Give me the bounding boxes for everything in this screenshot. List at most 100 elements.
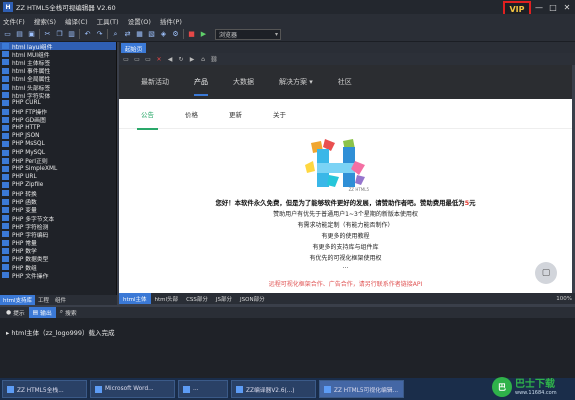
paste-icon[interactable]: ▥ xyxy=(67,30,76,39)
watermark-title: 巴士下载 xyxy=(515,378,555,390)
site-nav: 最新活动 产品 大数据 解决方案 ▾ 社区 xyxy=(119,65,572,99)
web-preview[interactable]: 最新活动 产品 大数据 解决方案 ▾ 社区 公告 价格 更新 关于 ZZ HTM… xyxy=(119,65,572,293)
refresh-icon[interactable]: ↻ xyxy=(177,55,185,63)
home-icon[interactable]: ⌂ xyxy=(199,55,207,63)
page-icon[interactable]: ▭ xyxy=(122,55,130,63)
tab-hints-label: 提示 xyxy=(13,311,25,317)
output-panel[interactable]: ▸ html主体（zz_logo999）载入完成 xyxy=(0,318,575,378)
app-icon xyxy=(7,385,14,393)
taskbar-item-label: ZZ编译器V2.6(...) xyxy=(246,387,295,394)
find-icon[interactable]: ⌕ xyxy=(111,30,120,39)
subnav-about[interactable]: 关于 xyxy=(273,109,286,119)
page-icon[interactable]: ▭ xyxy=(133,55,141,63)
menu-tools[interactable]: 工具(T) xyxy=(97,16,119,26)
new-file-icon[interactable]: ▭ xyxy=(3,30,12,39)
chat-bubble-icon[interactable]: ▢ xyxy=(535,262,557,284)
subnav-update[interactable]: 更新 xyxy=(229,109,242,119)
maximize-button[interactable]: □ xyxy=(547,2,559,12)
library-tree[interactable]: html layui组件 html MUI组件 html 主体标签 html 事件属性… xyxy=(0,42,117,295)
minimize-button[interactable]: — xyxy=(533,2,545,12)
menu-plugins[interactable]: 插件(P) xyxy=(160,16,182,26)
library-icon xyxy=(2,174,9,181)
back-icon[interactable]: ◀ xyxy=(166,55,174,63)
taskbar-item[interactable]: ... xyxy=(178,380,228,398)
tree-item[interactable]: PHP SimpleXML xyxy=(0,165,116,173)
tab-components[interactable]: 组件 xyxy=(52,295,69,305)
tree-item[interactable]: PHP URL xyxy=(0,173,116,181)
menu-search[interactable]: 搜索(S) xyxy=(34,16,56,26)
tab-html-library[interactable]: html支持库 xyxy=(0,295,36,305)
taskbar-item[interactable]: Microsoft Word... xyxy=(90,380,175,398)
taskbar-item[interactable]: ZZ HTML5全栈... xyxy=(2,380,87,398)
cut-icon[interactable]: ✂ xyxy=(43,30,52,39)
taskbar-item-label: ... xyxy=(193,386,199,392)
tree-item[interactable]: PHP Perl正则 xyxy=(0,157,116,165)
taskbar: ZZ HTML5全栈... Microsoft Word... ... ZZ编译… xyxy=(0,378,575,400)
link-icon[interactable]: ⛓ xyxy=(210,55,218,63)
sponsor-notice-text: 您好！本软件永久免费，但是为了能够软件更好的发展，请赞助作者吧。赞助费用最低为 xyxy=(215,199,465,207)
tree-item-label: PHP JSON xyxy=(12,133,40,140)
tab-start-page[interactable]: 起始页 xyxy=(121,43,147,53)
nav-big-data[interactable]: 大数据 xyxy=(233,77,254,87)
taskbar-item[interactable]: ZZ HTML5可视化编辑... xyxy=(319,380,404,398)
output-log-line: ▸ html主体（zz_logo999）载入完成 xyxy=(6,329,115,337)
menu-settings[interactable]: 设置(O) xyxy=(128,16,151,26)
tree-item[interactable]: html 字符实体 xyxy=(0,91,116,100)
tab-output[interactable]: ▤ 输出 xyxy=(28,307,56,318)
replace-icon[interactable]: ⇄ xyxy=(123,30,132,39)
open-file-icon[interactable]: ▤ xyxy=(15,30,24,39)
tab-json[interactable]: JSON部分 xyxy=(236,293,269,304)
library-icon xyxy=(2,206,9,213)
menu-file[interactable]: 文件(F) xyxy=(3,16,25,26)
nav-products[interactable]: 产品 xyxy=(194,77,208,96)
tab-js[interactable]: JS部分 xyxy=(212,293,236,304)
tab-html-body[interactable]: html主体 xyxy=(119,293,151,304)
tab-project[interactable]: 工程 xyxy=(35,295,52,305)
menu-compile[interactable]: 编译(C) xyxy=(65,16,88,26)
tree-item[interactable]: PHP GD画图 xyxy=(0,116,116,124)
layout-icon[interactable]: ▧ xyxy=(147,30,156,39)
tab-html-head[interactable]: html头部 xyxy=(151,293,183,304)
forward-icon[interactable]: ▶ xyxy=(188,55,196,63)
benefit-line: 有需求功能定制（有能力能否制作） xyxy=(297,222,394,229)
redo-icon[interactable]: ↷ xyxy=(95,30,104,39)
subnav-announcement[interactable]: 公告 xyxy=(137,109,158,130)
browser-select[interactable]: 浏览器 ▾ xyxy=(215,28,281,40)
library-icon xyxy=(2,239,9,246)
toolbar-divider xyxy=(107,29,108,39)
copy-icon[interactable]: ❐ xyxy=(55,30,64,39)
library-icon xyxy=(2,133,9,140)
toolbar-divider xyxy=(39,29,40,39)
run-icon[interactable]: ▶ xyxy=(199,30,208,39)
taskbar-item[interactable]: ZZ编译器V2.6(...) xyxy=(231,380,316,398)
nav-solutions[interactable]: 解决方案 ▾ xyxy=(279,77,313,87)
tree-item[interactable]: PHP JSON xyxy=(0,132,116,140)
tree-item[interactable]: PHP MsSQL xyxy=(0,140,116,148)
output-tabs: ● 提示 ▤ 输出 ⌕ 搜索 xyxy=(0,307,575,318)
taskbar-item-label: Microsoft Word... xyxy=(105,386,154,392)
close-button[interactable]: ✕ xyxy=(561,2,573,12)
component-icon[interactable]: ◈ xyxy=(159,30,168,39)
close-view-icon[interactable]: ✕ xyxy=(155,55,163,63)
library-icon xyxy=(2,272,9,279)
settings-icon[interactable]: ⚙ xyxy=(171,30,180,39)
site-subnav: 公告 价格 更新 关于 xyxy=(119,99,572,130)
grid-icon[interactable]: ▦ xyxy=(135,30,144,39)
nav-latest-events[interactable]: 最新活动 xyxy=(141,77,169,87)
tree-item[interactable]: PHP HTTP xyxy=(0,124,116,132)
tree-item[interactable]: PHP 文件操作 xyxy=(0,271,116,280)
page-icon[interactable]: ▭ xyxy=(144,55,152,63)
tab-search[interactable]: ⌕ 搜索 xyxy=(56,307,81,318)
tab-css[interactable]: CSS部分 xyxy=(182,293,212,304)
tab-hints[interactable]: ● 提示 xyxy=(2,307,29,318)
app-icon xyxy=(236,385,243,393)
cooperation-notice[interactable]: 远程可视化框架合作、广告合作，请另行联系作者链接API xyxy=(119,279,572,288)
stop-icon[interactable]: ■ xyxy=(187,30,196,39)
undo-icon[interactable]: ↶ xyxy=(83,30,92,39)
library-icon xyxy=(2,215,9,222)
nav-community[interactable]: 社区 xyxy=(338,77,352,87)
subnav-price[interactable]: 价格 xyxy=(185,109,198,119)
save-icon[interactable]: ▣ xyxy=(27,30,36,39)
library-icon xyxy=(2,141,9,148)
output-icon: ▤ xyxy=(32,309,39,316)
